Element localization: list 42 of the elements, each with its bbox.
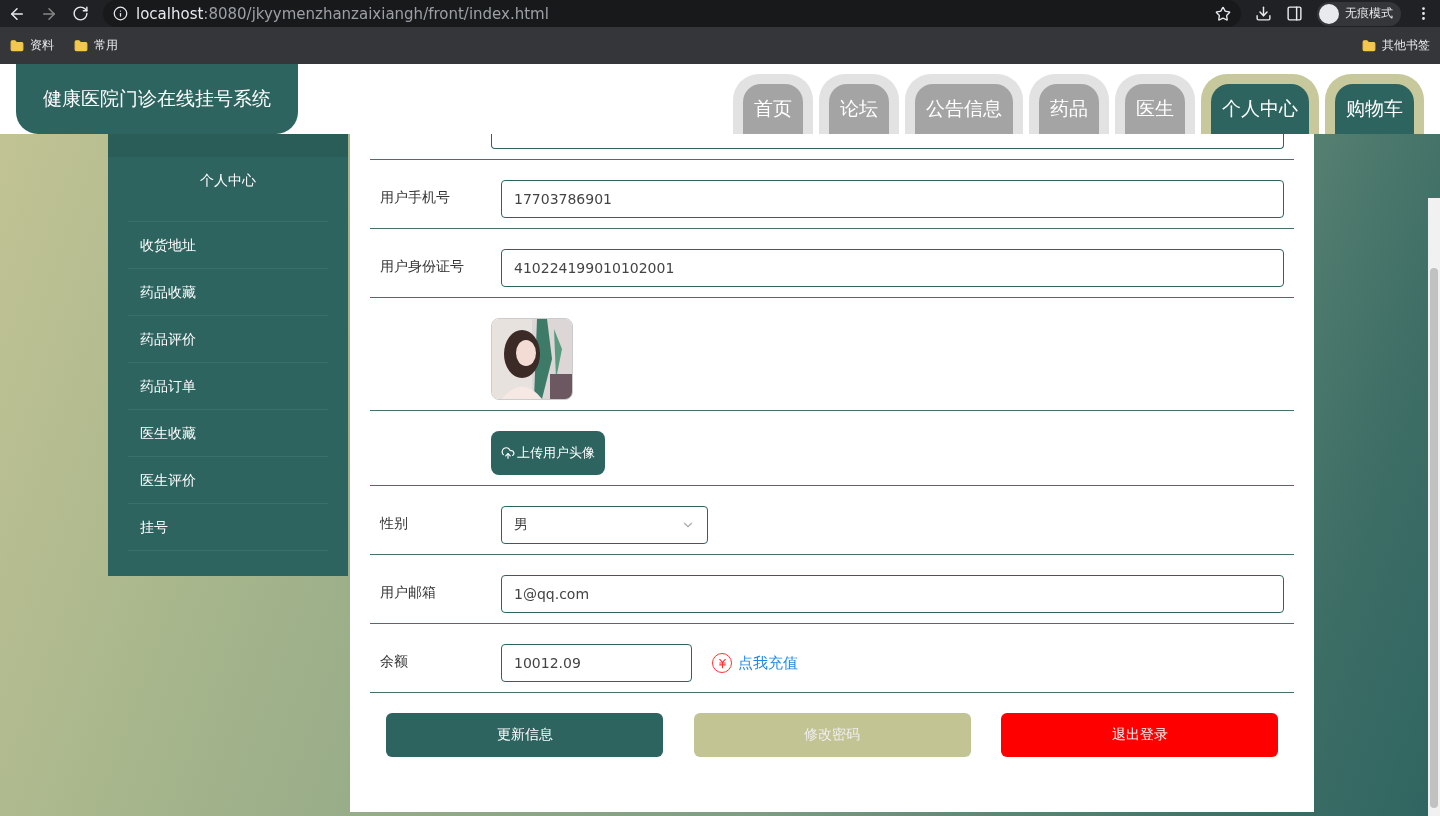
side-panel-icon[interactable] <box>1286 5 1303 22</box>
input-field[interactable]: 10012.09 <box>501 644 692 682</box>
folder-icon <box>10 38 24 53</box>
sidebar-item[interactable]: 挂号 <box>128 504 328 551</box>
nav-tab[interactable]: 个人中心 <box>1211 84 1309 134</box>
sidebar-item[interactable]: 药品订单 <box>128 363 328 410</box>
sidebar-item[interactable]: 医生收藏 <box>128 410 328 457</box>
field-label: 用户身份证号 <box>379 257 465 276</box>
input-field[interactable]: 1@qq.com <box>501 575 1284 613</box>
field-label: 用户手机号 <box>379 188 451 207</box>
input-field[interactable]: 17703786901 <box>501 180 1284 218</box>
bookmark-item[interactable]: 常用 <box>74 37 118 54</box>
nav-tab[interactable]: 购物车 <box>1335 84 1414 134</box>
field-label: 性别 <box>378 514 409 533</box>
gender-select[interactable]: 男 <box>501 506 708 544</box>
incognito-profile-button[interactable]: 无痕模式 <box>1317 1 1401 26</box>
field-label: 余额 <box>379 652 409 671</box>
scrollbar-thumb[interactable] <box>1430 268 1438 808</box>
upload-icon <box>501 446 515 460</box>
sidebar-item[interactable]: 收货地址 <box>128 222 328 269</box>
site-title: 健康医院门诊在线挂号系统 <box>16 64 298 134</box>
sidebar-item[interactable]: 药品评价 <box>128 316 328 363</box>
folder-icon <box>74 38 88 53</box>
action-button[interactable]: 更新信息 <box>386 713 663 757</box>
info-icon <box>113 6 128 21</box>
field-label: 用户邮箱 <box>379 583 437 602</box>
sidebar-title: 个人中心 <box>128 157 328 222</box>
download-icon[interactable] <box>1255 5 1272 22</box>
recharge-link[interactable]: 点我充值 <box>738 653 798 673</box>
sidebar-item[interactable]: 医生评价 <box>128 457 328 504</box>
upload-avatar-button[interactable]: 上传用户头像 <box>491 431 605 475</box>
bookmark-star-icon[interactable] <box>1215 5 1231 22</box>
sidebar-item[interactable]: 药品收藏 <box>128 269 328 316</box>
input-field[interactable] <box>491 134 1284 149</box>
other-bookmarks[interactable]: 其他书签 <box>1362 37 1430 54</box>
action-button[interactable]: 退出登录 <box>1001 713 1278 757</box>
address-bar[interactable]: localhost:8080/jkyymenzhanzaixiangh/front/index.html <box>103 0 1241 27</box>
folder-icon <box>1362 38 1376 53</box>
input-field[interactable]: 410224199010102001 <box>501 249 1284 287</box>
bookmark-item[interactable]: 资料 <box>10 37 54 54</box>
url-text: localhost:8080/jkyymenzhanzaixiangh/front/index.html <box>136 4 549 23</box>
reload-icon[interactable] <box>72 5 89 22</box>
